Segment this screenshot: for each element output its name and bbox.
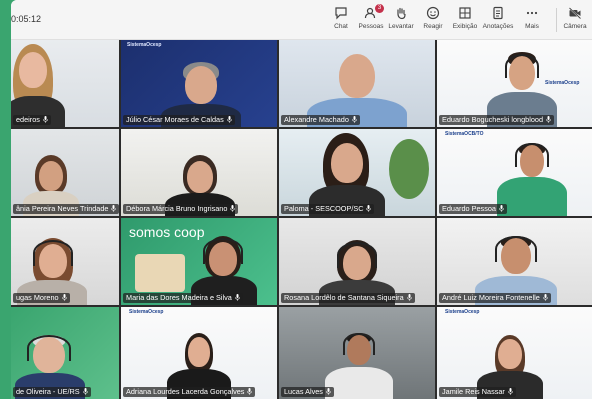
participant-name: Maria das Dores Madeira e Silva [123, 293, 243, 303]
hand-icon [397, 7, 406, 20]
mic-icon [546, 116, 551, 123]
meeting-window: 0:05:12 Chat 3 Pessoas Levantar Reagir E… [11, 0, 592, 399]
participant-tile[interactable]: edeiros [11, 40, 119, 127]
toolbar-divider [556, 8, 557, 32]
meeting-toolbar: 0:05:12 Chat 3 Pessoas Levantar Reagir E… [11, 0, 592, 40]
react-label: Reagir [423, 23, 443, 30]
mic-icon [499, 205, 504, 212]
participant-name: Adriana Lourdes Lacerda Gonçalves [123, 387, 256, 397]
participant-tile[interactable]: Paloma - SESCOOP/SC [279, 129, 435, 216]
view-label: Exibição [452, 23, 478, 30]
participant-tile[interactable]: SistemaOcesp Eduardo Bogucheski longbloo… [437, 40, 592, 127]
view-button[interactable]: Exibição [448, 6, 482, 36]
participant-name: Eduardo Pessoa [439, 204, 507, 214]
participant-name: edeiros [13, 115, 51, 125]
people-button[interactable]: 3 Pessoas [354, 4, 388, 36]
participant-tile[interactable]: SistemaOcesp Jamile Reis Nassar [437, 307, 592, 399]
chat-label: Chat [334, 23, 348, 30]
raise-hand-button[interactable]: Levantar [384, 6, 418, 36]
notes-icon [493, 6, 503, 20]
people-label: Pessoas [358, 23, 384, 30]
participant-tile[interactable]: de Oliveira - UE/RS [11, 307, 119, 399]
participant-name: André Luiz Moreira Fontenelle [439, 293, 551, 303]
participant-name: de Oliveira - UE/RS [13, 387, 91, 397]
meeting-timer: 0:05:12 [11, 14, 42, 24]
sistema-logo: SistemaOcesp [445, 309, 480, 315]
more-icon [526, 11, 538, 15]
mic-icon [230, 205, 236, 212]
notes-button[interactable]: Anotações [481, 6, 515, 36]
more-label: Mais [525, 23, 539, 30]
react-button[interactable]: Reagir [416, 6, 450, 36]
participant-tile[interactable]: Lucas Alves [279, 307, 435, 399]
somos-coop-logo: somos coop [129, 224, 205, 240]
participant-name: Débora Márcia Bruno Ingrisano [123, 204, 239, 214]
participant-tile[interactable]: SistemaOCB/TO Eduardo Pessoa [437, 129, 592, 216]
participant-tile[interactable]: SistemaOcesp Adriana Lourdes Lacerda Gon… [121, 307, 277, 399]
mic-icon [352, 116, 357, 123]
mic-icon [235, 294, 240, 301]
video-grid: edeiros SistemaOcesp Júlio César Moraes … [11, 40, 592, 399]
mic-icon [326, 388, 331, 395]
participant-tile[interactable]: SistemaOcesp Júlio César Moraes de Calda… [121, 40, 277, 127]
participant-name: Eduardo Bogucheski longblood [439, 115, 555, 125]
sistema-logo: SistemaOcesp [127, 42, 162, 48]
participant-name: Paloma - SESCOOP/SC [281, 204, 375, 214]
mic-icon [508, 388, 513, 395]
mic-icon [61, 294, 67, 301]
camera-label: Câmera [563, 23, 587, 30]
raise-hand-label: Levantar [388, 23, 414, 30]
camera-button[interactable]: Câmera [558, 6, 592, 36]
more-button[interactable]: Mais [515, 6, 549, 36]
grid-view-icon [459, 7, 471, 19]
sistema-ocb-logo: SistemaOCB/TO [445, 131, 484, 137]
mic-icon [406, 294, 412, 301]
participant-tile[interactable]: André Luiz Moreira Fontenelle [437, 218, 592, 305]
participant-name: Jamile Reis Nassar [439, 387, 516, 397]
participant-name: Lucas Alves [281, 387, 334, 397]
participant-name: ânia Pereira Neves Trindade [13, 204, 119, 214]
participant-tile[interactable]: Alexandre Machado [279, 40, 435, 127]
participant-tile[interactable]: Rosana Lordêlo de Santana Siqueira [279, 218, 435, 305]
participant-name: Alexandre Machado [281, 115, 360, 125]
camera-off-icon [568, 7, 582, 20]
participant-name: Júlio César Moraes de Caldas [123, 115, 235, 125]
participant-tile[interactable]: ânia Pereira Neves Trindade [11, 129, 119, 216]
chat-icon [335, 7, 347, 20]
mic-icon [82, 388, 88, 395]
mic-icon [247, 388, 253, 395]
mic-icon [43, 116, 48, 123]
mic-icon [111, 205, 117, 212]
participant-name: ugas Moreno [13, 293, 70, 303]
participant-tile[interactable]: somos coop Maria das Dores Madeira e Sil… [121, 218, 277, 305]
people-count-badge: 3 [375, 4, 384, 13]
chat-button[interactable]: Chat [324, 6, 358, 36]
mic-icon [543, 294, 548, 301]
notes-label: Anotações [482, 23, 514, 30]
sistema-logo: SistemaOcesp [545, 80, 580, 86]
participant-name: Rosana Lordêlo de Santana Siqueira [281, 293, 415, 303]
mic-icon [227, 116, 232, 123]
smiley-icon [426, 6, 440, 20]
sistema-logo: SistemaOcesp [129, 309, 164, 315]
participant-tile[interactable]: Débora Márcia Bruno Ingrisano [121, 129, 277, 216]
participant-tile[interactable]: ugas Moreno [11, 218, 119, 305]
mic-icon [366, 205, 372, 212]
